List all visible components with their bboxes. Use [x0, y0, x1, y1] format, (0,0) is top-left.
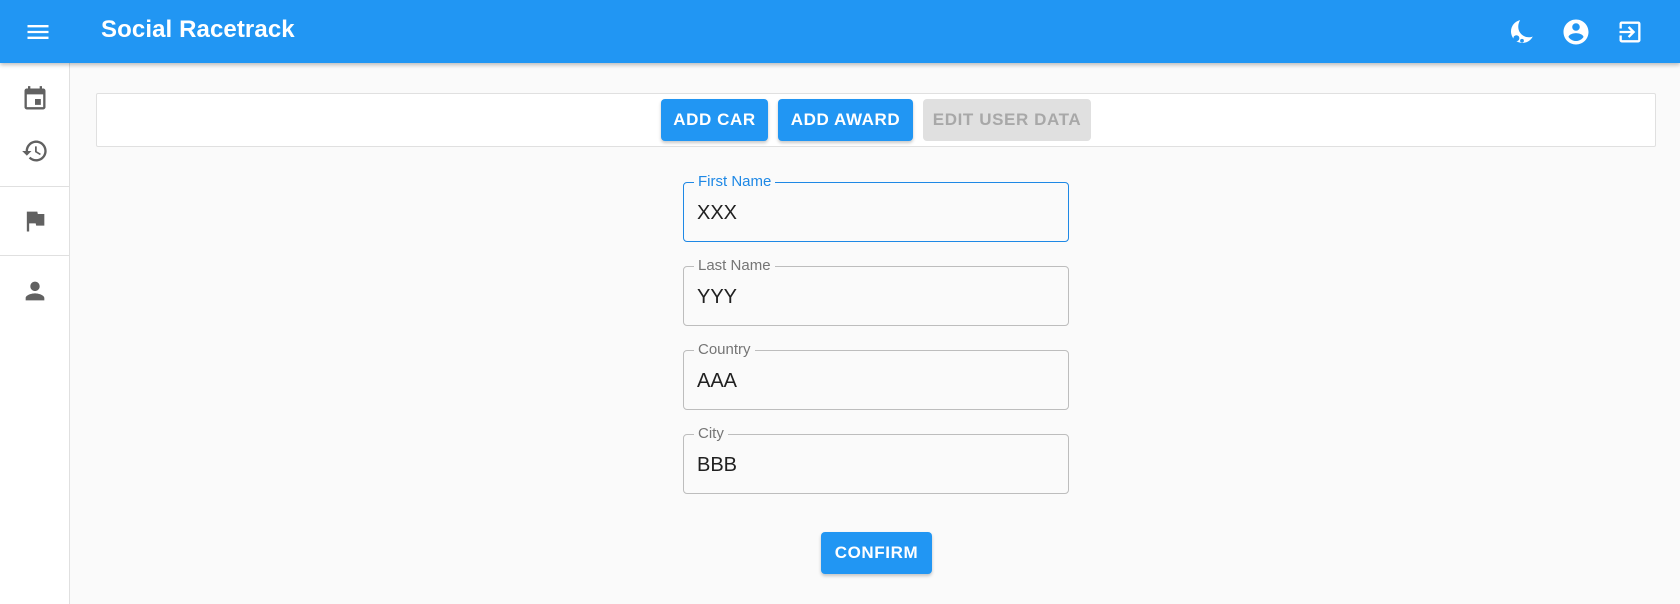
last-name-input[interactable]	[697, 283, 1053, 311]
account-button[interactable]	[1556, 12, 1596, 52]
sidebar	[0, 63, 70, 604]
country-field: Country	[683, 341, 1069, 410]
flag-icon	[26, 211, 45, 232]
sidebar-item-profile[interactable]	[11, 269, 59, 313]
person-icon	[25, 281, 45, 301]
hamburger-menu-icon	[27, 25, 49, 39]
city-input[interactable]	[697, 451, 1053, 479]
first-name-input[interactable]	[697, 199, 1053, 227]
first-name-label: First Name	[694, 173, 776, 191]
menu-button[interactable]	[18, 12, 58, 52]
sidebar-divider	[0, 186, 70, 187]
top-app-bar: Social Racetrack	[0, 0, 1680, 63]
add-car-button[interactable]: ADD CAR	[661, 99, 768, 141]
country-label: Country	[694, 341, 755, 359]
logout-button[interactable]	[1610, 12, 1650, 52]
sidebar-item-history[interactable]	[11, 129, 59, 173]
theme-toggle-button[interactable]	[1502, 12, 1542, 52]
action-toolbar: ADD CAR ADD AWARD EDIT USER DATA	[96, 93, 1656, 147]
sidebar-item-calendar[interactable]	[11, 77, 59, 121]
calendar-icon	[24, 86, 46, 110]
city-field: City	[683, 425, 1069, 494]
country-input[interactable]	[697, 367, 1053, 395]
sidebar-divider	[0, 255, 70, 256]
add-award-button[interactable]: ADD AWARD	[778, 99, 913, 141]
edit-user-data-button: EDIT USER DATA	[923, 99, 1091, 141]
confirm-button[interactable]: CONFIRM	[821, 532, 932, 574]
logout-icon	[1619, 21, 1641, 43]
account-circle-icon	[1563, 19, 1589, 45]
last-name-field: Last Name	[683, 257, 1069, 326]
sidebar-item-races[interactable]	[11, 199, 59, 243]
first-name-field: First Name	[683, 173, 1069, 242]
theme-toggle-icon	[1511, 20, 1533, 43]
app-title: Social Racetrack	[101, 16, 295, 43]
city-label: City	[694, 425, 728, 443]
last-name-label: Last Name	[694, 257, 775, 275]
history-icon	[22, 140, 47, 162]
